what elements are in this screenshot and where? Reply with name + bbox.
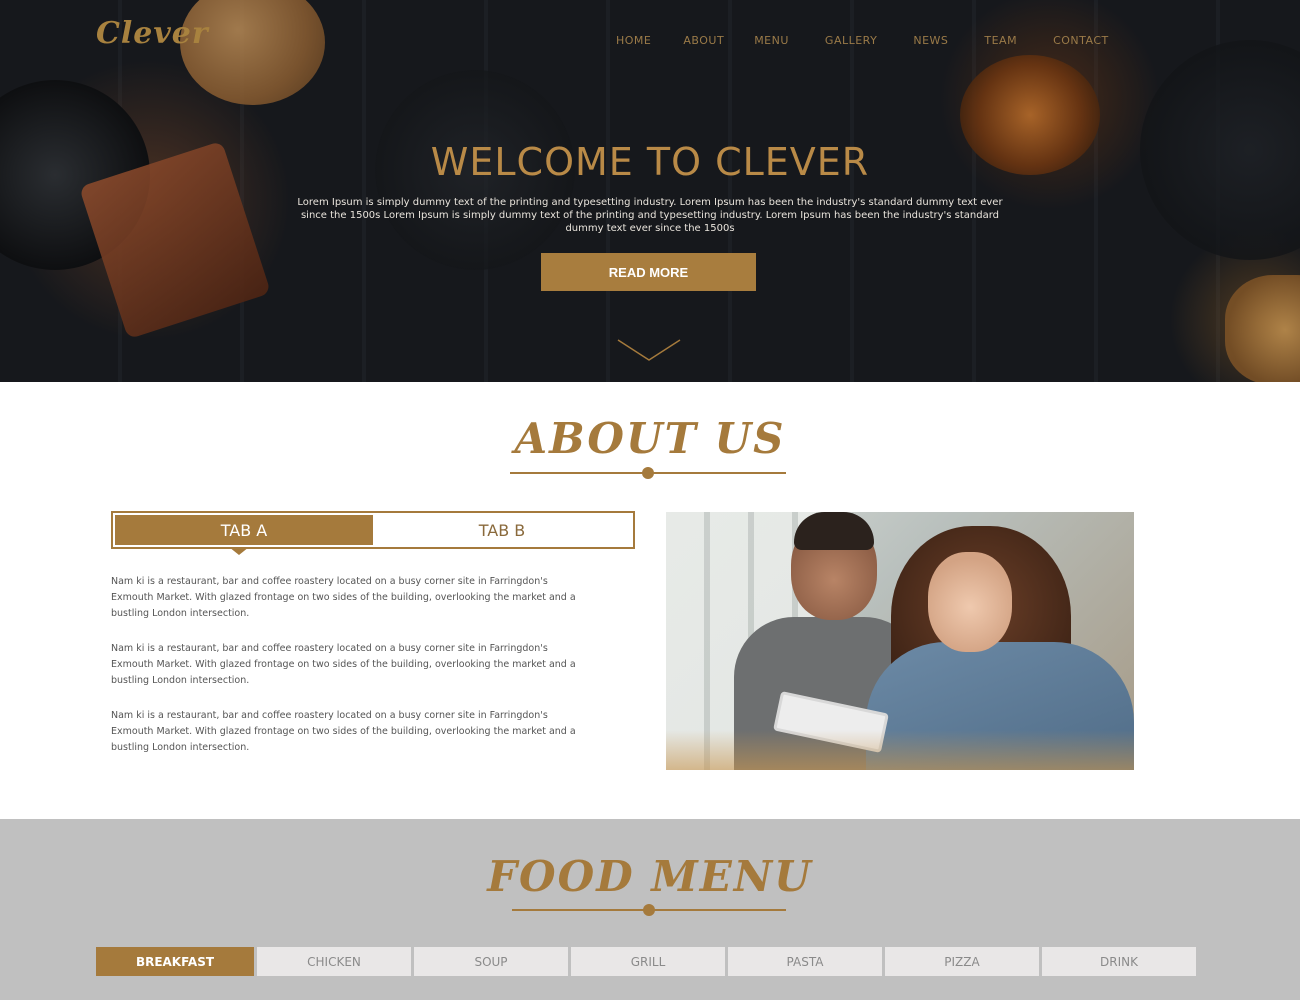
about-title: ABOUT US bbox=[514, 414, 786, 463]
food-menu-divider bbox=[512, 904, 786, 916]
chevron-down-icon[interactable] bbox=[616, 338, 682, 362]
site-logo[interactable]: Clever bbox=[96, 16, 209, 51]
nav-item-news[interactable]: NEWS bbox=[913, 34, 948, 47]
nav-item-about[interactable]: ABOUT bbox=[683, 34, 724, 47]
hero-bread-decoration bbox=[1225, 275, 1300, 382]
divider-dot bbox=[643, 904, 655, 916]
about-divider bbox=[510, 467, 786, 479]
menu-tab-pasta[interactable]: PASTA bbox=[728, 947, 882, 976]
hero-section: Clever HOME ABOUT MENU GALLERY NEWS TEAM… bbox=[0, 0, 1300, 382]
main-nav: HOME ABOUT MENU GALLERY NEWS TEAM CONTAC… bbox=[600, 34, 1109, 47]
menu-tab-grill[interactable]: GRILL bbox=[571, 947, 725, 976]
photo-man-hair bbox=[794, 512, 874, 550]
nav-item-contact[interactable]: CONTACT bbox=[1053, 34, 1109, 47]
food-menu-tabs: BREAKFAST CHICKEN SOUP GRILL PASTA PIZZA… bbox=[96, 947, 1199, 976]
read-more-button[interactable]: READ MORE bbox=[541, 253, 756, 291]
about-paragraph: Nam ki is a restaurant, bar and coffee r… bbox=[111, 710, 576, 753]
tab-b[interactable]: TAB B bbox=[373, 515, 631, 545]
food-menu-title: FOOD MENU bbox=[487, 852, 813, 901]
nav-item-home[interactable]: HOME bbox=[616, 34, 651, 47]
about-paragraph: Nam ki is a restaurant, bar and coffee r… bbox=[111, 643, 576, 686]
about-tabs: TAB A TAB B bbox=[111, 511, 635, 549]
nav-item-menu[interactable]: MENU bbox=[754, 34, 789, 47]
nav-item-team[interactable]: TEAM bbox=[984, 34, 1017, 47]
tab-a[interactable]: TAB A bbox=[115, 515, 373, 545]
menu-tab-drink[interactable]: DRINK bbox=[1042, 947, 1196, 976]
hero-title: WELCOME TO CLEVER bbox=[430, 140, 870, 184]
menu-tab-chicken[interactable]: CHICKEN bbox=[257, 947, 411, 976]
about-paragraph: Nam ki is a restaurant, bar and coffee r… bbox=[111, 576, 576, 619]
menu-tab-breakfast[interactable]: BREAKFAST bbox=[96, 947, 254, 976]
menu-tab-pizza[interactable]: PIZZA bbox=[885, 947, 1039, 976]
about-photo bbox=[666, 512, 1134, 770]
photo-table bbox=[666, 730, 1134, 770]
nav-item-gallery[interactable]: GALLERY bbox=[825, 34, 877, 47]
photo-woman-face bbox=[928, 552, 1012, 652]
hero-description: Lorem Ipsum is simply dummy text of the … bbox=[297, 197, 1003, 234]
menu-tab-soup[interactable]: SOUP bbox=[414, 947, 568, 976]
about-text: Nam ki is a restaurant, bar and coffee r… bbox=[111, 574, 591, 775]
divider-dot bbox=[642, 467, 654, 479]
active-tab-pointer bbox=[229, 547, 249, 555]
